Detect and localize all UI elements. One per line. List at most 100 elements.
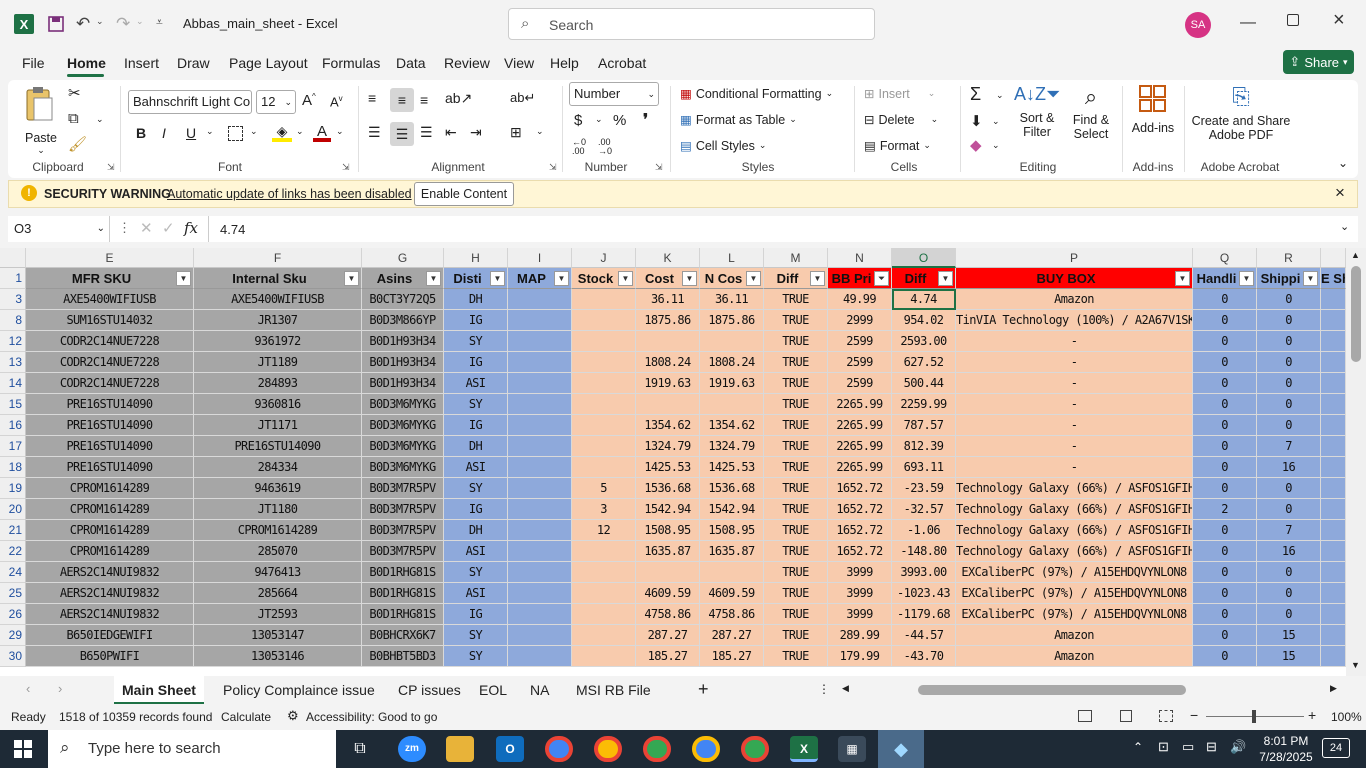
increase-decimal-icon[interactable]: ←0.00 [572,138,586,156]
table-header-cell[interactable]: N Cos ▼ [700,268,764,289]
table-cell[interactable]: JR1307 [194,310,362,331]
borders-icon[interactable] [228,126,243,141]
table-cell[interactable]: DH [444,520,508,541]
table-cell[interactable]: TRUE [764,625,828,646]
table-cell[interactable]: -32.57 [892,499,956,520]
table-cell[interactable] [508,478,572,499]
table-cell[interactable]: 1324.79 [700,436,764,457]
table-cell[interactable]: - [956,415,1193,436]
table-cell[interactable]: TRUE [764,394,828,415]
table-header-cell[interactable]: Internal Sku ▼ [194,268,362,289]
table-cell[interactable]: TRUE [764,310,828,331]
column-header[interactable]: J [572,248,636,268]
sheet-tab-na[interactable]: NA [522,676,557,704]
table-cell[interactable]: Technology Galaxy (66%) / ASFOS1GFIHF5V [956,478,1193,499]
insert-function-icon[interactable]: fx [184,219,198,237]
table-cell[interactable]: CPROM1614289 [194,520,362,541]
table-cell[interactable]: 0 [1193,583,1257,604]
zoom-out-icon[interactable]: − [1190,707,1198,723]
table-cell[interactable]: 627.52 [892,352,956,373]
table-cell[interactable]: - [956,394,1193,415]
table-cell[interactable] [508,541,572,562]
table-cell[interactable]: Amazon [956,625,1193,646]
table-cell[interactable] [572,310,636,331]
table-cell[interactable]: B0D3M6MYKG [362,436,444,457]
table-cell[interactable] [1321,373,1346,394]
table-cell[interactable]: IG [444,415,508,436]
font-name-select[interactable]: Bahnschrift Light Co [128,90,252,114]
table-cell[interactable] [508,457,572,478]
table-cell[interactable] [572,436,636,457]
share-button[interactable]: ⇪ Share ▾ [1283,50,1354,74]
row-header[interactable]: 19 [0,478,26,499]
row-header[interactable]: 30 [0,646,26,667]
table-cell[interactable]: B650IEDGEWIFI [26,625,194,646]
clear-dropdown-icon[interactable]: ⌄ [992,140,1000,151]
tray-network-icon[interactable]: ⊟ [1206,739,1217,755]
table-cell[interactable]: 0 [1193,604,1257,625]
clear-icon[interactable]: ◆ [970,136,982,154]
table-cell[interactable]: 1354.62 [700,415,764,436]
align-right-icon[interactable]: ☰ [420,124,433,141]
table-cell[interactable]: 2999 [828,310,892,331]
table-cell[interactable]: 0 [1257,310,1321,331]
table-cell[interactable]: CPROM1614289 [26,520,194,541]
tab-acrobat[interactable]: Acrobat [598,55,646,71]
table-header-cell[interactable]: Cost ▼ [636,268,700,289]
security-warning-message[interactable]: Automatic update of links has been disab… [167,187,412,201]
close-warning-icon[interactable]: × [1335,183,1345,203]
table-cell[interactable]: 9476413 [194,562,362,583]
table-cell[interactable]: 0 [1257,373,1321,394]
table-cell[interactable]: SY [444,625,508,646]
table-cell[interactable]: AERS2C14NUI9832 [26,604,194,625]
table-cell[interactable]: 1542.94 [700,499,764,520]
tray-battery-icon[interactable]: ▭ [1182,739,1194,755]
table-cell[interactable]: 2265.99 [828,415,892,436]
table-cell[interactable]: AXE5400WIFIUSB [26,289,194,310]
table-cell[interactable] [1321,394,1346,415]
table-cell[interactable]: 3993.00 [892,562,956,583]
table-cell[interactable]: TRUE [764,499,828,520]
table-cell[interactable]: EXCaliberPC (97%) / A15EHDQVYNLON8 [956,583,1193,604]
row-header[interactable]: 22 [0,541,26,562]
row-header[interactable]: 8 [0,310,26,331]
table-cell[interactable]: IG [444,310,508,331]
table-cell[interactable]: TRUE [764,478,828,499]
table-cell[interactable]: TRUE [764,520,828,541]
table-cell[interactable] [1321,457,1346,478]
table-cell[interactable] [1321,331,1346,352]
table-cell[interactable]: JT1171 [194,415,362,436]
table-cell[interactable] [572,394,636,415]
tab-page-layout[interactable]: Page Layout [229,55,308,71]
table-cell[interactable]: CODR2C14NUE7228 [26,352,194,373]
top-align-icon[interactable]: ≡ [368,90,376,106]
row-header[interactable]: 15 [0,394,26,415]
table-cell[interactable]: ASI [444,457,508,478]
table-cell[interactable]: 1875.86 [636,310,700,331]
sort-filter-button[interactable]: A↓Z⏷ Sort & Filter [1014,84,1060,139]
table-cell[interactable]: 13053146 [194,646,362,667]
table-cell[interactable]: TRUE [764,436,828,457]
collapse-ribbon-icon[interactable]: ⌄ [1338,156,1348,170]
fill-icon[interactable]: ⬇ [970,112,983,130]
table-cell[interactable]: 2265.99 [828,457,892,478]
table-cell[interactable]: 287.27 [700,625,764,646]
table-cell[interactable] [508,394,572,415]
clock-time[interactable]: 8:01 PM [1256,734,1316,748]
cell-styles-button[interactable]: ▤ Cell Styles ⌄ [680,138,766,154]
table-cell[interactable]: AERS2C14NUI9832 [26,583,194,604]
close-window-icon[interactable]: × [1333,9,1345,32]
table-cell[interactable]: PRE16STU14090 [26,457,194,478]
cancel-formula-icon[interactable]: ✕ [140,219,153,237]
decrease-font-icon[interactable]: Av [330,94,343,109]
table-cell[interactable]: 0 [1257,499,1321,520]
table-cell[interactable]: ASI [444,541,508,562]
row-header[interactable]: 26 [0,604,26,625]
table-cell[interactable]: 2593.00 [892,331,956,352]
table-cell[interactable] [572,646,636,667]
underline-dropdown-icon[interactable]: ⌄ [206,126,214,137]
table-cell[interactable]: TRUE [764,541,828,562]
table-cell[interactable]: - [956,457,1193,478]
table-cell[interactable]: 1652.72 [828,499,892,520]
table-cell[interactable]: B0D3M6MYKG [362,415,444,436]
